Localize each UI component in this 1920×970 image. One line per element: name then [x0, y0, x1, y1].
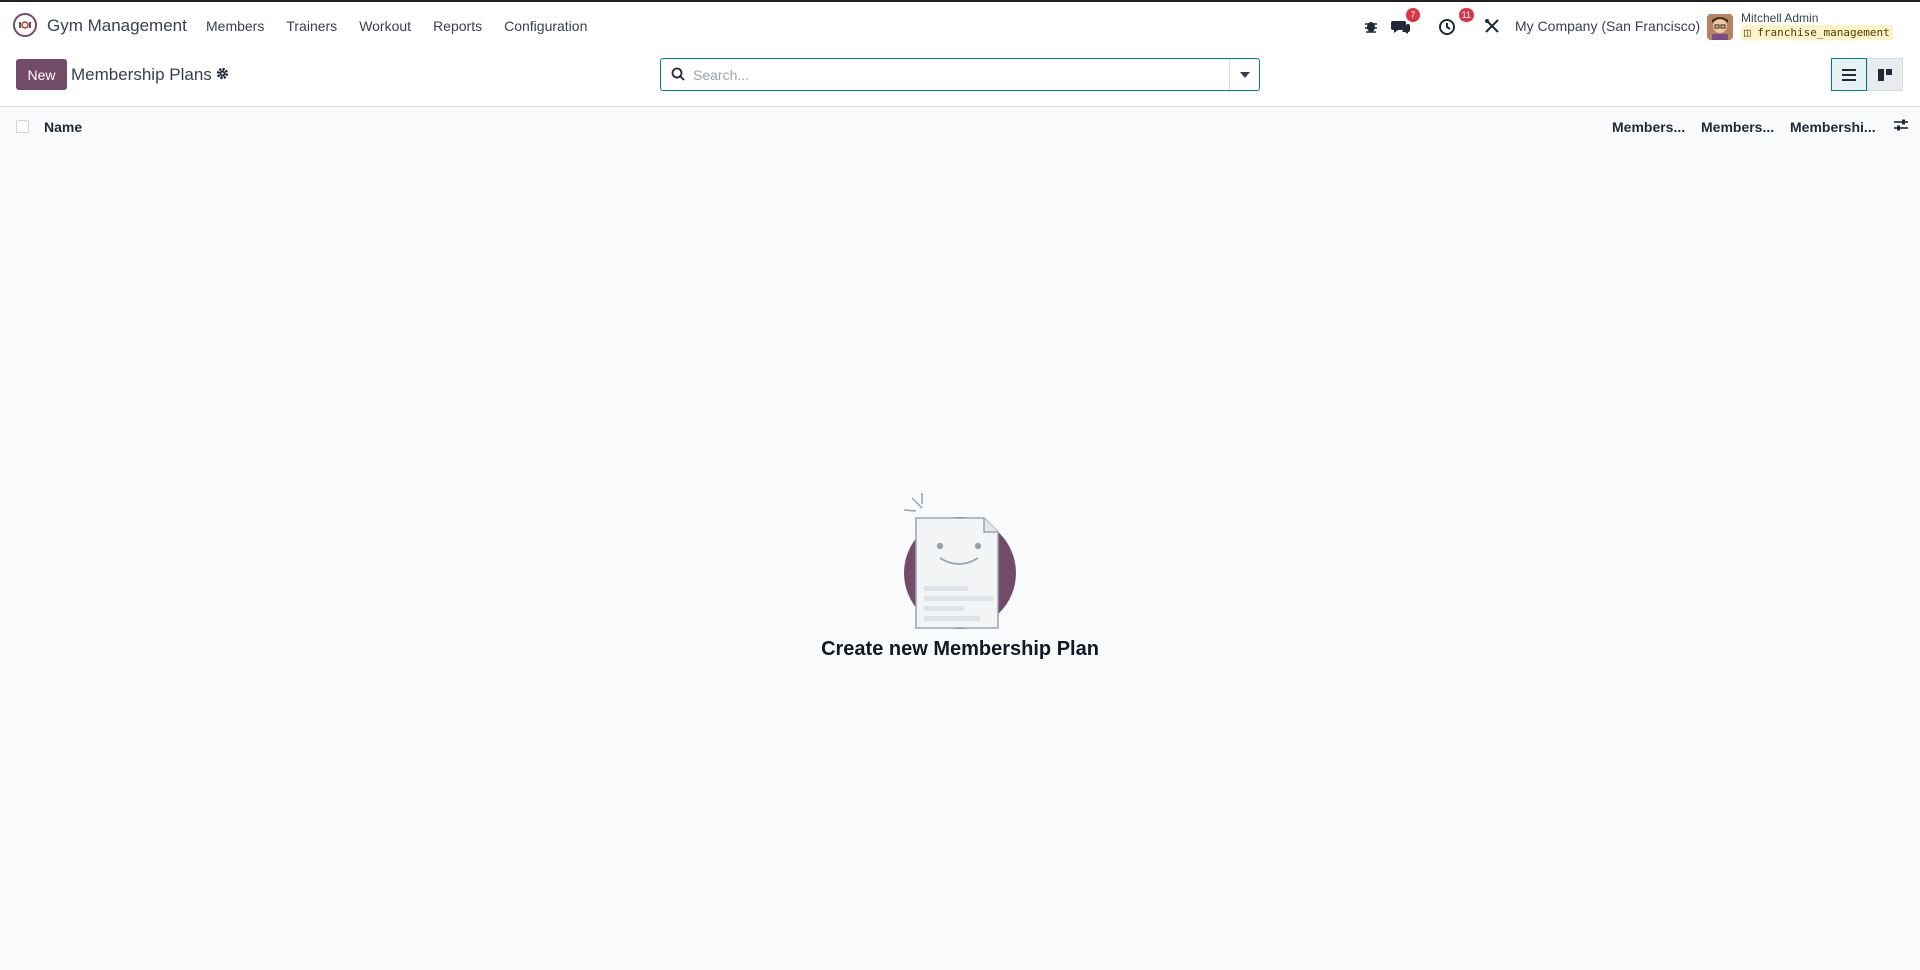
gear-icon[interactable]: [216, 67, 229, 83]
list-icon: [1842, 68, 1856, 81]
view-switcher: [1831, 58, 1903, 91]
empty-state-title: Create new Membership Plan: [821, 638, 1099, 660]
user-avatar[interactable]: [1707, 14, 1733, 40]
clock-icon: [1439, 19, 1455, 35]
page-title[interactable]: Membership Plans: [71, 65, 212, 85]
search-icon: [671, 67, 685, 86]
main-menu: Members Trainers Workout Reports Configu…: [195, 18, 598, 34]
new-button[interactable]: New: [16, 59, 67, 90]
tools-icon[interactable]: [1484, 14, 1500, 38]
menu-item-configuration[interactable]: Configuration: [493, 18, 598, 34]
search-options-toggle[interactable]: [1229, 59, 1259, 90]
column-header-members-1[interactable]: Members...: [1612, 119, 1685, 135]
activities-button[interactable]: 11: [1438, 8, 1474, 38]
column-header-name[interactable]: Name: [44, 119, 82, 135]
select-all-checkbox[interactable]: [16, 120, 29, 133]
company-switcher[interactable]: My Company (San Francisco): [1515, 18, 1700, 34]
menu-item-members[interactable]: Members: [195, 18, 275, 34]
database-icon: ◫: [1744, 26, 1758, 39]
column-header-membership[interactable]: Membershi...: [1790, 119, 1876, 135]
database-name: ◫ franchise_management: [1741, 25, 1893, 40]
app-logo-icon[interactable]: [13, 13, 37, 37]
menu-item-workout[interactable]: Workout: [348, 18, 422, 34]
messages-badge: 7: [1406, 8, 1420, 22]
control-panel: New Membership Plans: [0, 49, 1920, 107]
caret-down-icon: [1239, 71, 1250, 78]
optional-columns-icon[interactable]: [1894, 118, 1908, 135]
kanban-view-button[interactable]: [1867, 58, 1903, 91]
top-navbar: Gym Management Members Trainers Workout …: [0, 2, 1920, 49]
list-view-button[interactable]: [1831, 58, 1867, 91]
kanban-icon: [1878, 68, 1892, 81]
messages-button[interactable]: 7: [1391, 8, 1420, 38]
menu-item-trainers[interactable]: Trainers: [275, 18, 348, 34]
search-input[interactable]: [693, 64, 1213, 86]
search-bar: [660, 58, 1260, 91]
debug-icon[interactable]: [1363, 14, 1379, 38]
column-header-members-2[interactable]: Members...: [1701, 119, 1774, 135]
activities-badge: 11: [1458, 8, 1474, 22]
menu-item-reports[interactable]: Reports: [422, 18, 493, 34]
list-header: Name Members... Members... Membershi...: [0, 108, 1920, 144]
app-title[interactable]: Gym Management: [47, 16, 187, 36]
user-name[interactable]: Mitchell Admin: [1741, 11, 1818, 25]
empty-state-illustration: [898, 490, 1022, 635]
